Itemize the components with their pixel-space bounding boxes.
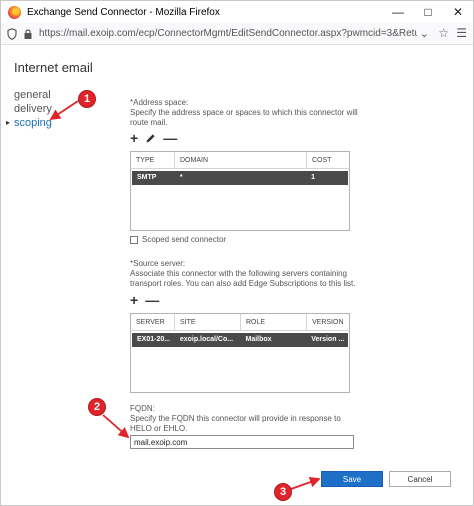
star-icon[interactable]: ☆	[438, 26, 449, 40]
address-space-heading: *Address space:	[130, 98, 189, 107]
table-header: TYPE DOMAIN COST	[131, 152, 349, 169]
remove-icon[interactable]: —	[145, 293, 159, 307]
callout-1: 1	[78, 90, 96, 108]
address-space-table[interactable]: TYPE DOMAIN COST SMTP * 1	[130, 151, 350, 231]
cancel-button[interactable]: Cancel	[389, 471, 451, 487]
edit-icon[interactable]	[145, 133, 156, 144]
address-space-toolbar: + —	[130, 131, 177, 145]
address-space-section: *Address space: Specify the address spac…	[130, 98, 360, 128]
save-button[interactable]: Save	[321, 471, 383, 487]
table-header: SERVER SITE ROLE VERSION	[131, 314, 349, 331]
fqdn-heading: FQDN:	[130, 404, 155, 413]
nav-item-general[interactable]: general	[14, 88, 52, 102]
page-title: Internet email	[14, 60, 93, 75]
table-cell: exoip.local/Co...	[179, 336, 234, 343]
source-server-section: *Source server: Associate this connector…	[130, 259, 360, 289]
address-bar[interactable]: https://mail.exoip.com/ecp/ConnectorMgmt…	[1, 23, 473, 45]
scoped-connector-option[interactable]: Scoped send connector	[130, 235, 226, 244]
column-header[interactable]: TYPE	[131, 152, 175, 168]
column-header[interactable]: VERSION	[307, 314, 349, 330]
minimize-icon[interactable]: —	[383, 1, 413, 23]
fqdn-section: FQDN: Specify the FQDN this connector wi…	[130, 404, 360, 434]
nav-item-scoping-label: scoping	[14, 117, 52, 129]
table-row[interactable]: EX01-20... exoip.local/Co... Mailbox Ver…	[132, 333, 348, 347]
fqdn-input[interactable]	[130, 435, 354, 449]
title-bar: Exchange Send Connector - Mozilla Firefo…	[1, 1, 473, 23]
column-header[interactable]: COST	[307, 152, 349, 168]
table-cell: Version ...	[311, 336, 345, 343]
chevron-down-icon[interactable]: ⌄	[420, 27, 429, 40]
shield-icon[interactable]	[7, 27, 17, 40]
caret-right-icon: ▸	[6, 118, 11, 127]
nav-item-scoping[interactable]: ▸ scoping	[6, 116, 52, 130]
lock-icon[interactable]	[23, 28, 33, 40]
nav-item-delivery[interactable]: delivery	[14, 102, 52, 116]
window-controls: — □ ✕	[383, 1, 473, 23]
source-server-table[interactable]: SERVER SITE ROLE VERSION EX01-20... exoi…	[130, 313, 350, 393]
maximize-icon[interactable]: □	[413, 1, 443, 23]
column-header[interactable]: SERVER	[131, 314, 175, 330]
fqdn-description: Specify the FQDN this connector will pro…	[130, 414, 341, 433]
table-row[interactable]: SMTP * 1	[132, 171, 348, 185]
scoped-checkbox-label: Scoped send connector	[142, 235, 227, 244]
address-space-description: Specify the address space or spaces to w…	[130, 108, 358, 127]
source-server-heading: *Source server:	[130, 259, 186, 268]
menu-icon[interactable]: ☰	[456, 26, 467, 40]
callout-3: 3	[274, 483, 292, 501]
table-cell: EX01-20...	[137, 336, 171, 343]
remove-icon[interactable]: —	[163, 131, 177, 145]
table-cell: SMTP	[137, 174, 157, 181]
arrow-2	[102, 414, 130, 439]
window-title: Exchange Send Connector - Mozilla Firefo…	[27, 6, 220, 18]
firefox-icon	[8, 5, 21, 19]
table-cell: 1	[311, 174, 316, 181]
source-server-toolbar: + —	[130, 293, 159, 307]
arrow-3	[290, 476, 321, 490]
add-icon[interactable]: +	[130, 293, 138, 307]
column-header[interactable]: ROLE	[241, 314, 307, 330]
callout-2: 2	[88, 398, 106, 416]
arrow-1	[49, 100, 79, 120]
source-server-description: Associate this connector with the follow…	[130, 269, 356, 288]
scoped-checkbox[interactable]	[130, 235, 138, 244]
column-header[interactable]: DOMAIN	[175, 152, 307, 168]
url-text[interactable]: https://mail.exoip.com/ecp/ConnectorMgmt…	[39, 28, 417, 39]
close-icon[interactable]: ✕	[443, 1, 473, 23]
add-icon[interactable]: +	[130, 131, 138, 145]
table-cell: *	[179, 174, 183, 181]
left-nav: general delivery ▸ scoping	[6, 88, 52, 130]
column-header[interactable]: SITE	[175, 314, 241, 330]
browser-window: Exchange Send Connector - Mozilla Firefo…	[0, 0, 474, 506]
table-cell: Mailbox	[245, 336, 272, 343]
